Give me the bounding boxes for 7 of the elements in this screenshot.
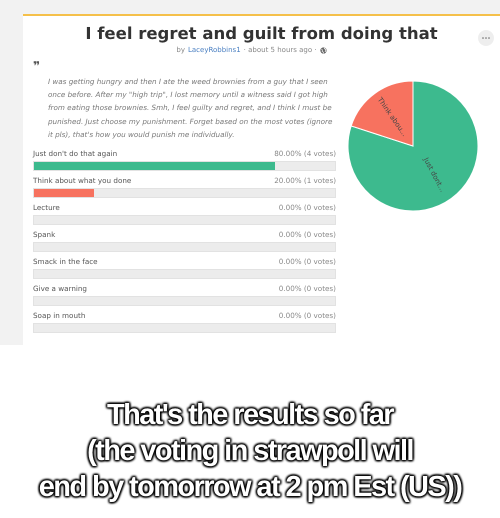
globe-icon bbox=[320, 46, 327, 54]
meme-caption: end by tomorrow at 2 pm Est (US)) bbox=[38, 469, 462, 505]
meme-caption: (the voting in strawpoll will bbox=[87, 434, 413, 469]
more-button[interactable] bbox=[478, 30, 494, 46]
quote-mark: ❞ bbox=[33, 60, 42, 72]
meme-caption: That's the results so far bbox=[107, 397, 393, 433]
poll-title: I feel regret and guilt from doing that bbox=[84, 24, 439, 43]
